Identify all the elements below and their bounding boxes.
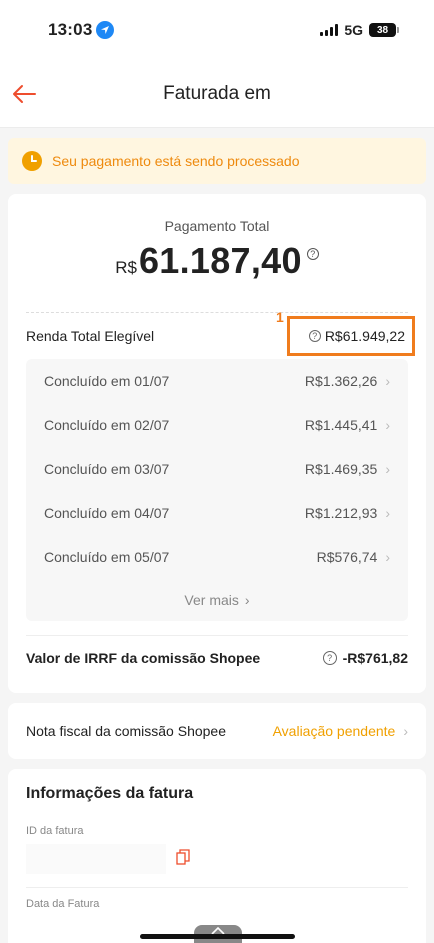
processing-banner: Seu pagamento está sendo processado: [8, 138, 426, 184]
chevron-right-icon: ›: [403, 723, 408, 739]
breakdown-label: Concluído em 03/07: [44, 461, 170, 477]
info-divider: [26, 887, 408, 888]
status-bar: 13:03 5G 38: [0, 0, 434, 60]
breakdown-row[interactable]: Concluído em 03/07 R$1.469,35 ›: [44, 447, 390, 491]
chevron-right-icon: ›: [385, 461, 390, 477]
signal-icon: [320, 24, 339, 36]
total-currency: R$: [115, 258, 137, 277]
status-time-group: 13:03: [48, 20, 115, 40]
invoice-note-label: Nota fiscal da comissão Shopee: [26, 723, 226, 739]
chevron-right-icon: ›: [385, 549, 390, 565]
invoice-info-card: Informações da fatura ID da fatura Data …: [8, 769, 426, 943]
breakdown-right: R$576,74 ›: [317, 549, 390, 565]
breakdown-label: Concluído em 01/07: [44, 373, 170, 389]
chevron-right-icon: ›: [385, 505, 390, 521]
network-type: 5G: [344, 22, 363, 38]
question-circle-icon[interactable]: ?: [308, 330, 321, 342]
copy-icon[interactable]: [176, 848, 190, 870]
breakdown-value: R$1.362,26: [304, 373, 378, 389]
breakdown-label: Concluído em 04/07: [44, 505, 170, 521]
breakdown-value: R$1.212,93: [304, 505, 378, 521]
home-indicator: [140, 934, 295, 939]
page-title: Faturada em: [163, 82, 271, 104]
invoice-note-right: Avaliação pendente ›: [273, 723, 408, 739]
invoice-id-value: [26, 844, 166, 874]
breakdown-row[interactable]: Concluído em 04/07 R$1.212,93 ›: [44, 491, 390, 535]
breakdown-row[interactable]: Concluído em 01/07 R$1.362,26 ›: [44, 359, 390, 403]
irrf-right: ? -R$761,82: [322, 649, 408, 666]
location-arrow-icon: [96, 21, 115, 39]
arrow-left-icon: [13, 85, 36, 103]
irrf-label: Valor de IRRF da comissão Shopee: [26, 649, 261, 666]
chevron-right-icon: ›: [385, 373, 390, 389]
irrf-value: -R$761,82: [342, 649, 408, 666]
back-button[interactable]: [8, 78, 40, 110]
breakdown-right: R$1.469,35 ›: [305, 461, 390, 477]
breakdown-value: R$1.469,35: [304, 461, 378, 477]
invoice-note-row[interactable]: Nota fiscal da comissão Shopee Avaliação…: [8, 703, 426, 759]
battery-icon: 38: [369, 23, 399, 37]
see-more-label: Ver mais: [184, 592, 239, 608]
payment-summary-card: Pagamento Total R$ 61.187,40 ? Renda Tot…: [8, 194, 426, 693]
breakdown-value: R$1.445,41: [304, 417, 378, 433]
chevron-right-icon: ›: [244, 592, 250, 608]
total-help-icon[interactable]: ?: [306, 248, 319, 260]
invoice-note-status: Avaliação pendente: [272, 723, 396, 739]
income-breakdown: Concluído em 01/07 R$1.362,26 › Concluíd…: [26, 359, 408, 621]
breakdown-right: R$1.445,41 ›: [305, 417, 390, 433]
question-circle-icon[interactable]: ?: [322, 650, 337, 665]
nav-bar: Faturada em: [0, 60, 434, 128]
total-value: 61.187,40: [138, 240, 302, 281]
see-more-button[interactable]: Ver mais ›: [44, 579, 390, 621]
eligible-income-highlight: ? R$61.949,22: [287, 316, 415, 356]
invoice-id-row: [26, 841, 408, 877]
breakdown-right: R$1.212,93 ›: [305, 505, 390, 521]
chevron-right-icon: ›: [385, 417, 390, 433]
annotation-marker: 1: [276, 309, 284, 325]
banner-text: Seu pagamento está sendo processado: [52, 153, 300, 169]
status-indicators: 5G 38: [320, 22, 399, 38]
total-label: Pagamento Total: [164, 218, 270, 234]
invoice-id-label: ID da fatura: [26, 825, 84, 837]
breakdown-right: R$1.362,26 ›: [305, 373, 390, 389]
breakdown-row[interactable]: Concluído em 05/07 R$576,74 ›: [44, 535, 390, 579]
breakdown-row[interactable]: Concluído em 02/07 R$1.445,41 ›: [44, 403, 390, 447]
total-amount: R$ 61.187,40 ?: [26, 240, 408, 286]
status-time: 13:03: [48, 20, 93, 39]
invoice-date-label: Data da Fatura: [26, 898, 100, 910]
eligible-income-value: R$61.949,22: [324, 328, 405, 344]
irrf-row: Valor de IRRF da comissão Shopee ? -R$76…: [26, 635, 408, 679]
invoice-info-title: Informações da fatura: [26, 785, 194, 802]
eligible-income-label: Renda Total Elegível: [26, 328, 155, 344]
breakdown-label: Concluído em 02/07: [44, 417, 170, 433]
eligible-income-row: Renda Total Elegível 1 ? R$61.949,22: [26, 309, 415, 359]
breakdown-label: Concluído em 05/07: [44, 549, 170, 565]
clock-icon: [22, 151, 42, 171]
breakdown-value: R$576,74: [316, 549, 378, 565]
